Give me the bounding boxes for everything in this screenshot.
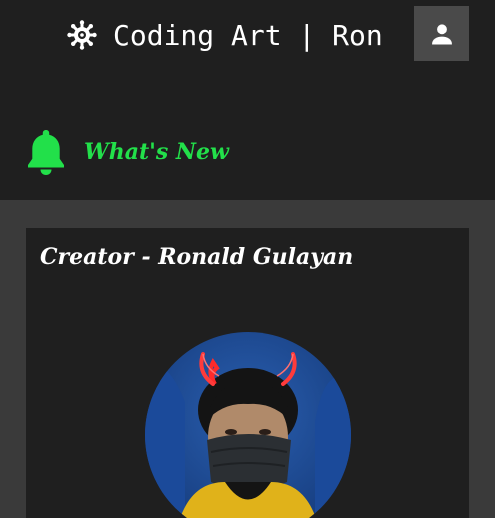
card-title: Creator - Ronald Gulayan bbox=[40, 244, 354, 270]
whats-new-label: What's New bbox=[84, 139, 229, 165]
whats-new-link[interactable]: What's New bbox=[26, 128, 229, 176]
creator-card: Creator - Ronald Gulayan bbox=[26, 228, 469, 518]
top-header: Coding Art | Ron What's New bbox=[0, 0, 495, 200]
avatar bbox=[145, 332, 351, 518]
brand-text: Coding Art | Ron bbox=[113, 18, 383, 52]
user-icon bbox=[431, 23, 452, 44]
bell-icon bbox=[28, 130, 64, 175]
brand[interactable]: Coding Art | Ron bbox=[67, 14, 383, 56]
user-account-button[interactable] bbox=[414, 6, 469, 61]
gear-icon bbox=[67, 20, 97, 50]
